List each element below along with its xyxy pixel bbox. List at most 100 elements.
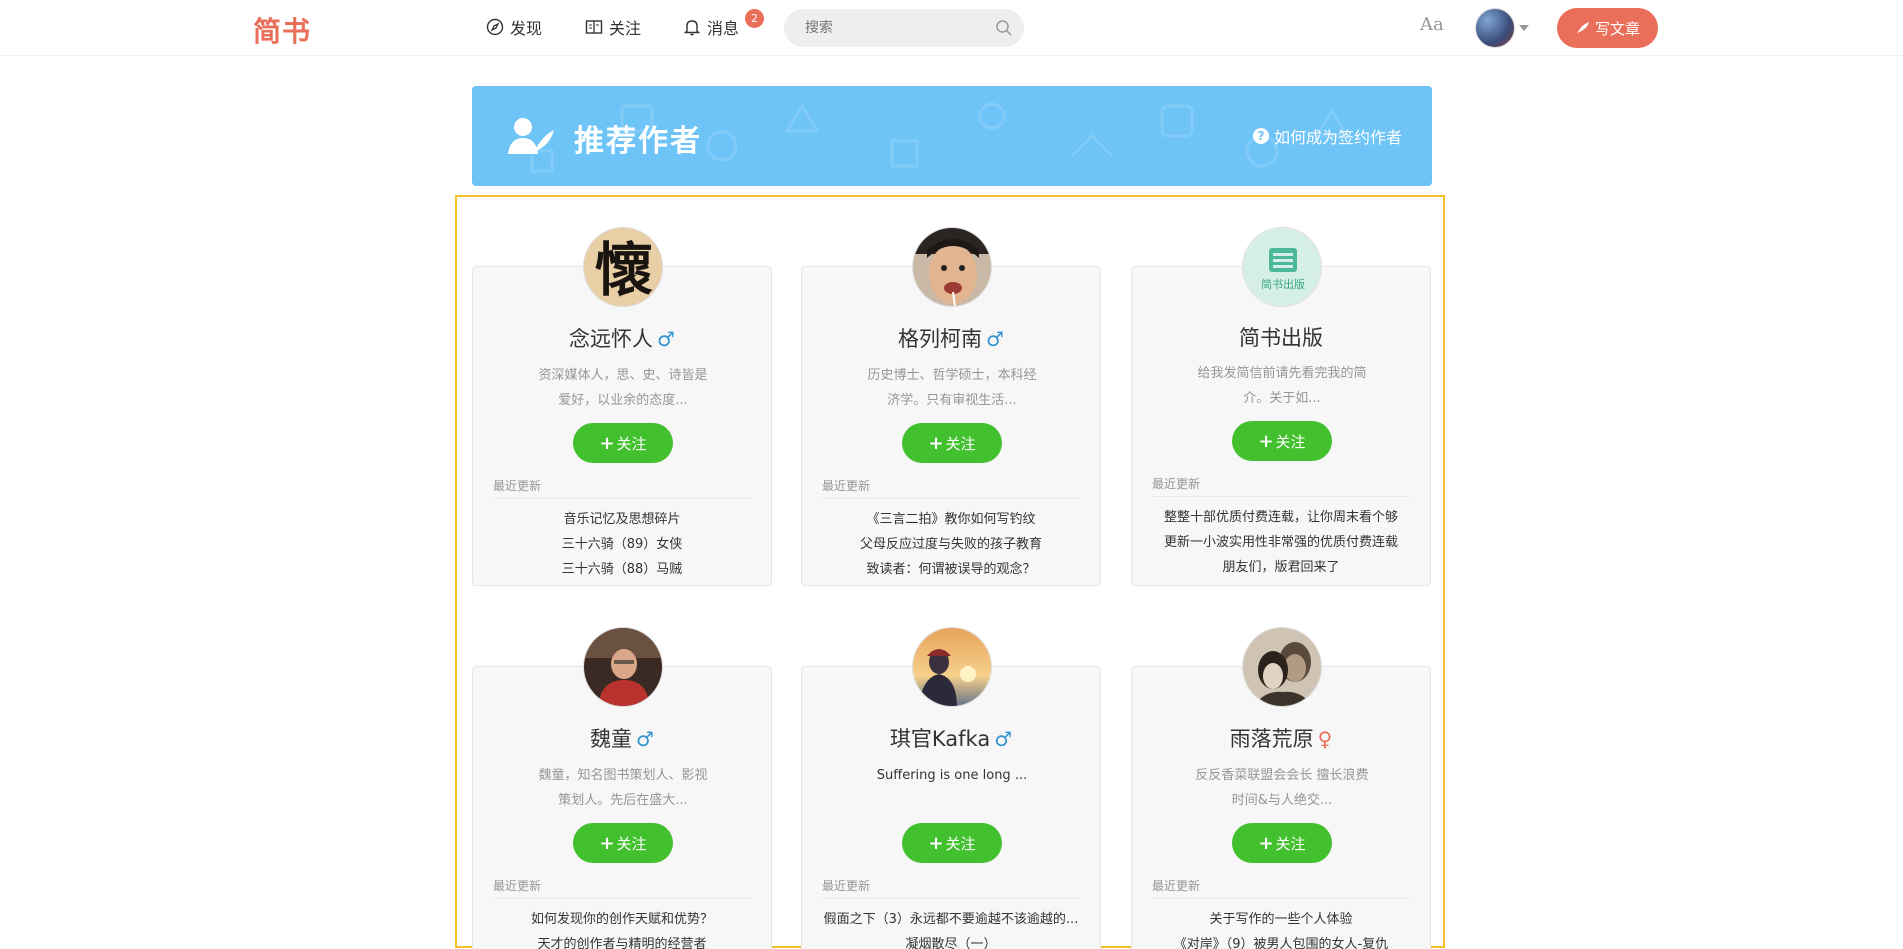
banner-link-label: 如何成为签约作者 (1273, 128, 1402, 147)
article-link[interactable]: 致读者：何谓被误导的观念？ (812, 557, 1090, 582)
compass-icon (486, 18, 504, 36)
desc-line: 资深媒体人，思、史、诗皆是 (538, 368, 708, 383)
author-avatar[interactable] (1242, 627, 1322, 707)
author-description: 给我发简信前请先看完我的简 介。关于如... (1182, 361, 1382, 411)
recent-updates-label: 最近更新 (493, 877, 751, 899)
follow-label: 关注 (616, 834, 647, 853)
write-article-label: 写文章 (1594, 19, 1640, 38)
author-name-row: 格列柯南 ♂ (802, 323, 1100, 353)
nav-discover-label: 发现 (510, 19, 543, 38)
follow-label: 关注 (945, 834, 976, 853)
follow-button[interactable]: + 关注 (573, 423, 673, 463)
article-link[interactable]: 天才的创作者与精明的经营者 (483, 932, 761, 949)
desc-line: 济学。只有审视生活... (887, 393, 1017, 408)
nav-messages[interactable]: 消息 2 (683, 9, 764, 39)
recent-articles: 整整十部优质付费连载，让你周末看个够 更新一小波实用性非常强的优质付费连载 朋友… (1142, 505, 1420, 580)
author-card: 琪官Kafka ♂ Suffering is one long ... + 关注 最… (801, 627, 1101, 949)
desc-line: 历史博士、哲学硕士，本科经 (867, 368, 1037, 383)
author-avatar[interactable]: 懷 (583, 227, 663, 307)
recent-articles: 假面之下（3）永远都不要逾越不该逾越的... 凝烟散尽（一） (812, 907, 1090, 949)
author-name[interactable]: 魏童 (590, 727, 632, 751)
author-name-row: 雨落荒原 ♀ (1132, 723, 1430, 753)
author-description: Suffering is one long ... (852, 763, 1052, 788)
portrait-avatar-image (584, 628, 662, 706)
article-link[interactable]: 《三言二拍》教你如何写钓纹 (812, 507, 1090, 532)
desc-line: 给我发简信前请先看完我的简 (1197, 366, 1367, 381)
site-logo[interactable]: 简书 (253, 10, 311, 50)
desc-line: 魏童，知名图书策划人、影视 (538, 768, 708, 783)
user-avatar[interactable] (1475, 8, 1515, 48)
svg-text:简书出版: 简书出版 (1261, 277, 1305, 291)
follow-button[interactable]: + 关注 (573, 823, 673, 863)
author-avatar[interactable]: 简书出版 (1242, 227, 1322, 307)
recent-updates-label: 最近更新 (822, 877, 1080, 899)
article-link[interactable]: 父母反应过度与失败的孩子教育 (812, 532, 1090, 557)
search-icon[interactable] (995, 19, 1013, 37)
male-icon: ♂ (657, 327, 675, 351)
recent-articles: 如何发现你的创作天赋和优势？ 天才的创作者与精明的经营者 (483, 907, 761, 949)
recent-articles: 音乐记忆及思想碎片 三十六骑（89）女侠 三十六骑（88）马贼 (483, 507, 761, 582)
desc-line: 策划人。先后在盛大... (558, 793, 688, 808)
desc-line: 介。关于如... (1243, 391, 1321, 406)
nav-discover[interactable]: 发现 (486, 15, 542, 39)
article-link[interactable]: 朋友们，版君回来了 (1142, 555, 1420, 580)
author-description: 历史博士、哲学硕士，本科经 济学。只有审视生活... (852, 363, 1052, 413)
follow-button[interactable]: + 关注 (902, 423, 1002, 463)
follow-button[interactable]: + 关注 (1232, 421, 1332, 461)
article-link[interactable]: 三十六骑（88）马贼 (483, 557, 761, 582)
author-name[interactable]: 格列柯南 (898, 327, 982, 351)
author-card: 格列柯南 ♂ 历史博士、哲学硕士，本科经 济学。只有审视生活... + 关注 最近更新… (801, 227, 1101, 586)
follow-label: 关注 (945, 434, 976, 453)
desc-line: 反反香菜联盟会会长 擅长浪费 (1195, 768, 1369, 783)
female-icon: ♀ (1317, 727, 1333, 751)
how-to-become-signed-author-link[interactable]: ? 如何成为签约作者 (1252, 124, 1402, 148)
article-link[interactable]: 假面之下（3）永远都不要逾越不该逾越的... (812, 907, 1090, 932)
font-settings-button[interactable]: Aa (1420, 14, 1444, 35)
search-input[interactable] (805, 10, 985, 46)
author-name[interactable]: 琪官Kafka (890, 727, 990, 751)
article-link[interactable]: 关于写作的一些个人体验 (1142, 907, 1420, 932)
author-description: 反反香菜联盟会会长 擅长浪费 时间&与人绝交... (1182, 763, 1382, 813)
calligraphy-avatar-image: 懷 (584, 228, 662, 306)
author-name-row: 简书出版 (1132, 322, 1430, 352)
recommended-authors-banner: 推荐作者 ? 如何成为签约作者 (472, 86, 1432, 186)
nav-follow[interactable]: 关注 (585, 15, 641, 39)
messages-badge: 2 (745, 9, 764, 28)
plus-icon: + (1258, 832, 1274, 854)
nav-messages-label: 消息 (707, 19, 740, 38)
author-avatar[interactable] (583, 627, 663, 707)
follow-label: 关注 (1275, 834, 1306, 853)
svg-text:懷: 懷 (595, 236, 653, 304)
article-link[interactable]: 如何发现你的创作天赋和优势？ (483, 907, 761, 932)
article-link[interactable]: 三十六骑（89）女侠 (483, 532, 761, 557)
article-link[interactable]: 整整十部优质付费连载，让你周末看个够 (1142, 505, 1420, 530)
plus-icon: + (1258, 430, 1274, 452)
article-link[interactable]: 更新一小波实用性非常强的优质付费连载 (1142, 530, 1420, 555)
article-link[interactable]: 音乐记忆及思想碎片 (483, 507, 761, 532)
author-description: 魏童，知名图书策划人、影视 策划人。先后在盛大... (523, 763, 723, 813)
plus-icon: + (599, 832, 615, 854)
author-name[interactable]: 念远怀人 (569, 327, 653, 351)
recent-updates-label: 最近更新 (1152, 475, 1410, 497)
article-link[interactable]: 《对岸》（9）被男人包围的女人-复仇 (1142, 932, 1420, 949)
author-avatar[interactable] (912, 227, 992, 307)
article-link[interactable]: 凝烟散尽（一） (812, 932, 1090, 949)
recent-articles: 关于写作的一些个人体验 《对岸》（9）被男人包围的女人-复仇 (1142, 907, 1420, 949)
write-article-button[interactable]: 写文章 (1557, 8, 1658, 48)
author-name-row: 念远怀人 ♂ (473, 323, 771, 353)
author-name-row: 琪官Kafka ♂ (802, 723, 1100, 753)
desc-line: 时间&与人绝交... (1231, 793, 1333, 808)
author-name[interactable]: 简书出版 (1239, 326, 1323, 350)
author-card: 雨落荒原 ♀ 反反香菜联盟会会长 擅长浪费 时间&与人绝交... + 关注 最近更新 … (1131, 627, 1431, 949)
plus-icon: + (599, 432, 615, 454)
author-description: 资深媒体人，思、史、诗皆是 爱好，以业余的态度... (523, 363, 723, 413)
follow-button[interactable]: + 关注 (902, 823, 1002, 863)
author-avatar[interactable] (912, 627, 992, 707)
author-name[interactable]: 雨落荒原 (1230, 727, 1314, 751)
male-icon: ♂ (986, 327, 1004, 351)
portrait-avatar-image (913, 228, 991, 306)
male-icon: ♂ (994, 727, 1013, 751)
chevron-down-icon[interactable] (1519, 25, 1529, 31)
follow-button[interactable]: + 关注 (1232, 823, 1332, 863)
recent-updates-label: 最近更新 (493, 477, 751, 499)
